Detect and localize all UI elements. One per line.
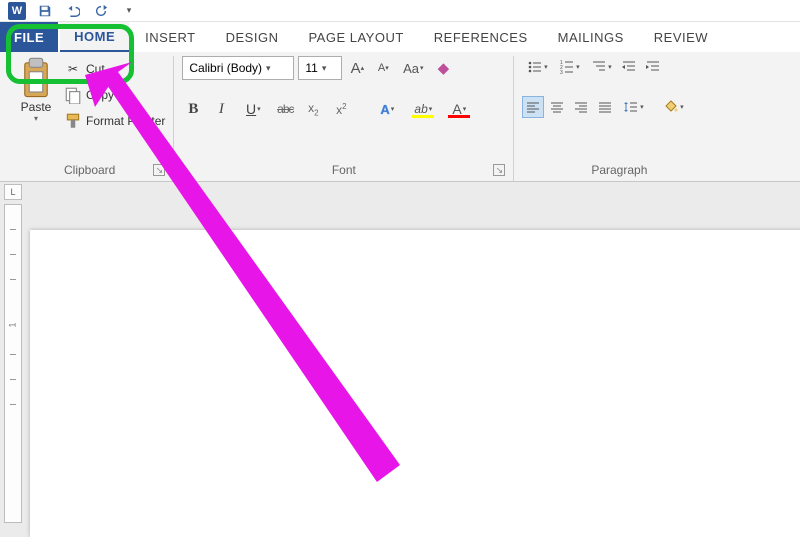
bullets-button[interactable]: ▾ (522, 56, 552, 78)
font-size-combo[interactable]: 11 ▾ (298, 56, 342, 80)
cut-button[interactable]: ✂ Cut (64, 58, 165, 80)
format-painter-icon (64, 112, 82, 130)
paste-icon[interactable] (18, 58, 54, 98)
underline-button[interactable]: U▾ (238, 98, 268, 120)
numbering-button[interactable]: 123▾ (554, 56, 584, 78)
clear-formatting-button[interactable]: ◆ (432, 57, 454, 79)
align-center-button[interactable] (546, 96, 568, 118)
multilevel-list-button[interactable]: ▾ (586, 56, 616, 78)
line-spacing-button[interactable]: ▾ (618, 96, 648, 118)
shading-button[interactable]: ▾ (658, 96, 688, 118)
qat-undo-icon[interactable] (64, 2, 82, 20)
group-label-paragraph: Paragraph (522, 160, 716, 181)
bold-button[interactable]: B (182, 98, 204, 120)
copy-button[interactable]: Copy (64, 84, 165, 106)
grow-font-button[interactable]: A▴ (346, 57, 368, 79)
chevron-down-icon: ▾ (262, 63, 271, 74)
copy-label: Copy (86, 88, 114, 102)
qat-customize-icon[interactable]: ▾ (120, 2, 138, 20)
italic-button[interactable]: I (210, 98, 232, 120)
font-color-button[interactable]: A▾ (444, 98, 474, 120)
tab-page-layout[interactable]: PAGE LAYOUT (294, 22, 417, 52)
group-font: Calibri (Body) ▾ 11 ▾ A▴ A▾ Aa▾ ◆ B I U▾… (174, 56, 514, 181)
font-name-value: Calibri (Body) (189, 61, 262, 75)
format-painter-button[interactable]: Format Painter (64, 110, 165, 132)
group-label-clipboard: Clipboard ↘ (14, 160, 165, 181)
superscript-button[interactable]: x2 (330, 98, 352, 120)
tab-references[interactable]: REFERENCES (420, 22, 542, 52)
scissors-icon: ✂ (64, 60, 82, 78)
highlight-color-button[interactable]: ab▾ (408, 98, 438, 120)
format-painter-label: Format Painter (86, 114, 165, 128)
ribbon: Paste ▾ ✂ Cut Copy Form (0, 52, 800, 182)
tab-home[interactable]: HOME (60, 22, 129, 52)
paste-dropdown-icon[interactable]: ▾ (34, 114, 38, 123)
increase-indent-button[interactable] (642, 56, 664, 78)
font-name-combo[interactable]: Calibri (Body) ▾ (182, 56, 294, 80)
ruler-num: 1 (8, 322, 18, 327)
document-page[interactable] (30, 230, 800, 537)
decrease-indent-button[interactable] (618, 56, 640, 78)
cut-label: Cut (86, 62, 105, 76)
word-app-icon: W (8, 2, 26, 20)
tab-insert[interactable]: INSERT (131, 22, 209, 52)
qat-save-icon[interactable] (36, 2, 54, 20)
strikethrough-button[interactable]: abc (274, 98, 296, 120)
ribbon-tabs: FILE HOME INSERT DESIGN PAGE LAYOUT REFE… (0, 22, 800, 52)
ruler-corner[interactable]: L (4, 184, 22, 200)
chevron-down-icon: ▾ (318, 63, 327, 74)
justify-button[interactable] (594, 96, 616, 118)
font-launcher-icon[interactable]: ↘ (493, 164, 505, 176)
vertical-ruler[interactable]: 1 (4, 204, 22, 523)
subscript-button[interactable]: x2 (302, 98, 324, 120)
qat-redo-icon[interactable] (92, 2, 110, 20)
tab-design[interactable]: DESIGN (212, 22, 293, 52)
tab-mailings[interactable]: MAILINGS (544, 22, 638, 52)
tab-review[interactable]: REVIEW (640, 22, 722, 52)
copy-icon (64, 86, 82, 104)
group-label-font: Font ↘ (182, 160, 505, 181)
group-clipboard: Paste ▾ ✂ Cut Copy Form (6, 56, 174, 181)
text-effects-button[interactable]: A▾ (372, 98, 402, 120)
clipboard-launcher-icon[interactable]: ↘ (153, 164, 165, 176)
eraser-icon: ◆ (438, 59, 450, 77)
group-paragraph: ▾ 123▾ ▾ ▾ ▾ Paragraph (514, 56, 724, 181)
align-left-button[interactable] (522, 96, 544, 118)
paste-label: Paste (21, 100, 52, 114)
shrink-font-button[interactable]: A▾ (372, 57, 394, 79)
tab-file[interactable]: FILE (0, 22, 58, 52)
change-case-button[interactable]: Aa▾ (398, 57, 428, 79)
font-size-value: 11 (305, 61, 317, 75)
svg-text:3: 3 (560, 70, 563, 75)
title-bar: W ▾ (0, 0, 800, 22)
align-right-button[interactable] (570, 96, 592, 118)
